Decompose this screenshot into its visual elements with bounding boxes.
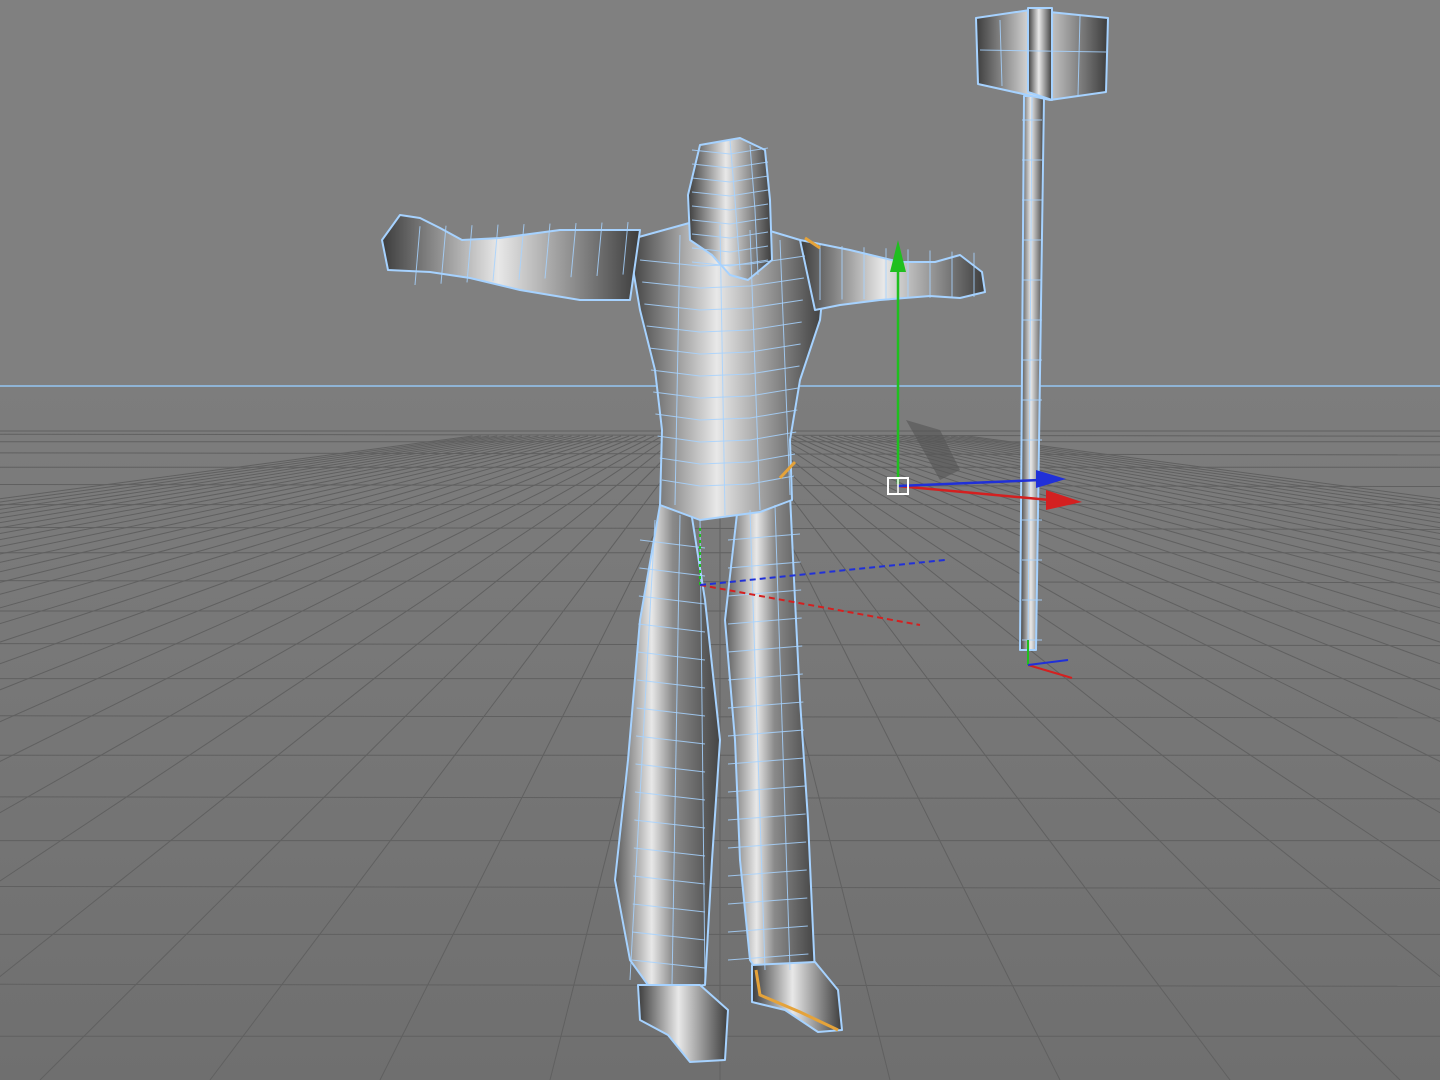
viewport-canvas[interactable] [0,0,1440,1080]
3d-viewport[interactable] [0,0,1440,1080]
hammer-head-collar[interactable] [1027,7,1053,101]
